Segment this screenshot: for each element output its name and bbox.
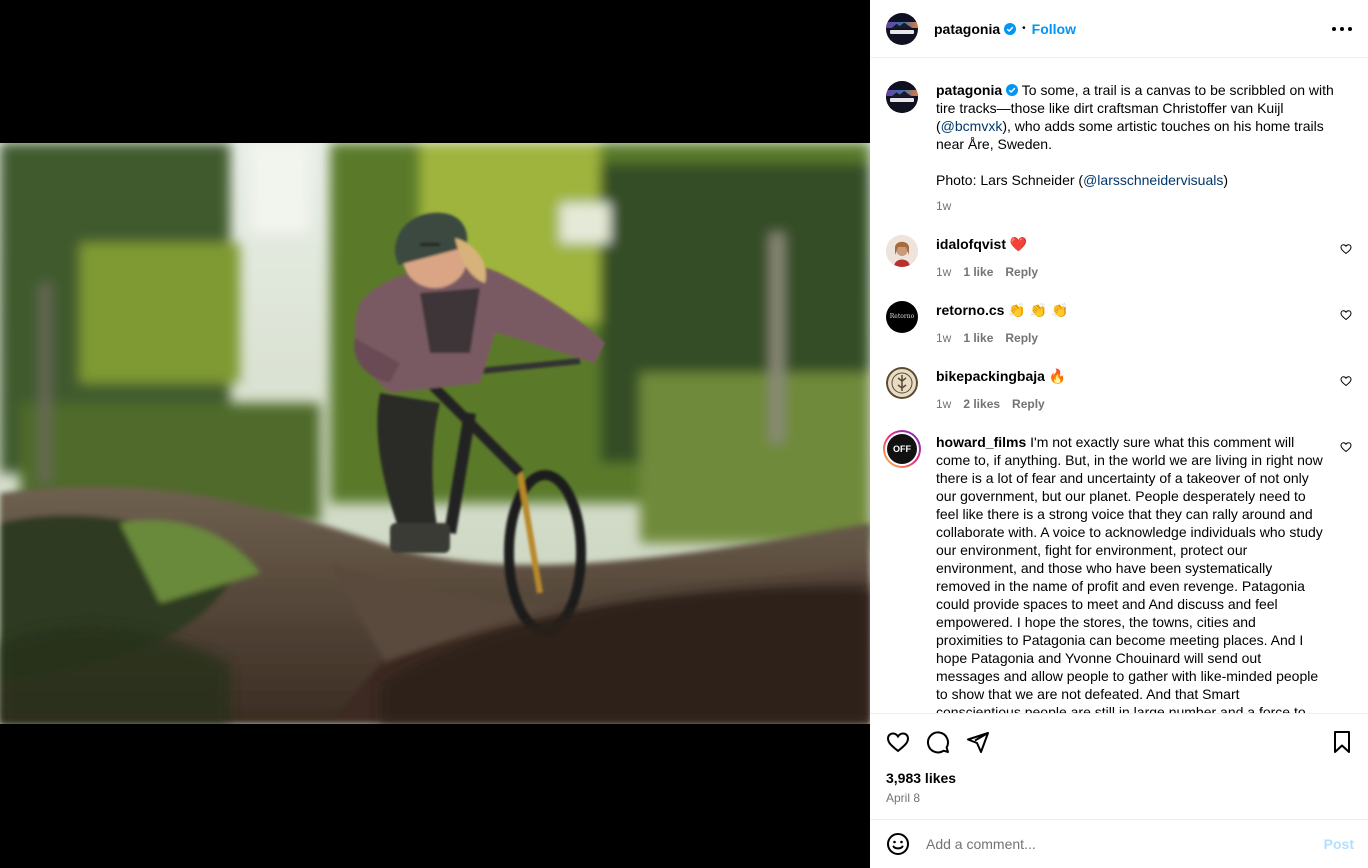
media-area xyxy=(0,0,870,868)
like-comment-heart-icon[interactable] xyxy=(1340,243,1352,255)
retorno-avatar-label: Retorno xyxy=(889,313,915,320)
comment-text: ❤️ xyxy=(1006,236,1028,252)
photo-credit: Photo: Lars Schneider ( xyxy=(936,172,1084,188)
mention-link[interactable]: @bcmvxk xyxy=(941,118,1003,134)
verified-badge-icon xyxy=(1006,84,1019,96)
avatar[interactable]: Retorno xyxy=(886,301,918,333)
comment-username[interactable]: howard_films xyxy=(936,434,1026,450)
post-header: patagonia • Follow xyxy=(870,0,1368,58)
comments-list[interactable]: patagonia To some, a trail is a canvas t… xyxy=(870,59,1368,713)
reply-button[interactable]: Reply xyxy=(1005,265,1038,279)
comment-likes[interactable]: 2 likes xyxy=(963,397,1000,411)
comment-username[interactable]: idalofqvist xyxy=(936,236,1006,252)
avatar[interactable] xyxy=(886,235,918,267)
comment-username[interactable]: retorno.cs xyxy=(936,302,1004,318)
like-comment-heart-icon[interactable] xyxy=(1340,375,1352,387)
howard-avatar-label: OFF xyxy=(887,434,917,464)
reply-button[interactable]: Reply xyxy=(1005,331,1038,345)
comment-text: 👏 👏 👏 xyxy=(1004,302,1069,318)
likes-count[interactable]: 3,983 likes xyxy=(886,770,956,786)
post-actions: 3,983 likes April 8 xyxy=(870,713,1368,819)
comment-username[interactable]: bikepackingbaja xyxy=(936,368,1045,384)
emoji-smiley-icon[interactable] xyxy=(886,832,910,856)
comment-item: idalofqvist ❤️ 1w 1 like Reply xyxy=(886,235,1352,285)
post-viewer: patagonia • Follow patagonia To some, a … xyxy=(0,0,1368,868)
reply-button[interactable]: Reply xyxy=(1012,397,1045,411)
like-heart-icon[interactable] xyxy=(886,730,910,754)
comment-likes[interactable]: 1 like xyxy=(963,265,993,279)
comment-time: 1w xyxy=(936,265,952,279)
save-bookmark-icon[interactable] xyxy=(1330,730,1354,754)
post-date: April 8 xyxy=(886,791,921,805)
add-comment-bar: Post xyxy=(870,819,1368,868)
caption-username[interactable]: patagonia xyxy=(936,82,1002,98)
avatar[interactable] xyxy=(886,12,918,45)
avatar[interactable] xyxy=(886,81,918,113)
follow-button[interactable]: Follow xyxy=(1032,21,1076,37)
caption: patagonia To some, a trail is a canvas t… xyxy=(886,81,1352,221)
comment-item: OFF howard_films I'm not exactly sure wh… xyxy=(883,430,1352,713)
more-options-icon[interactable] xyxy=(1332,19,1352,39)
like-comment-heart-icon[interactable] xyxy=(1340,309,1352,321)
mention-link[interactable]: @larsschneidervisuals xyxy=(1083,172,1223,188)
comment-text: 🔥 xyxy=(1044,368,1067,384)
comment-text: I'm not exactly sure what this comment w… xyxy=(936,434,1323,713)
avatar[interactable] xyxy=(886,367,918,399)
mountain-biker-photo xyxy=(0,143,870,724)
comment-time: 1w xyxy=(936,397,952,411)
avatar[interactable]: OFF xyxy=(883,430,921,468)
post-comment-button[interactable]: Post xyxy=(1324,836,1354,852)
comment-item: bikepackingbaja 🔥 1w 2 likes Reply xyxy=(886,367,1352,417)
post-side-panel: patagonia • Follow patagonia To some, a … xyxy=(870,0,1368,868)
comment-bubble-icon[interactable] xyxy=(926,730,950,754)
share-send-icon[interactable] xyxy=(966,730,990,754)
comment-time: 1w xyxy=(936,331,952,345)
like-comment-heart-icon[interactable] xyxy=(1340,441,1352,453)
author-username[interactable]: patagonia xyxy=(934,21,1000,37)
caption-time: 1w xyxy=(936,199,952,213)
separator-dot: • xyxy=(1022,23,1026,34)
comment-item: Retorno retorno.cs 👏 👏 👏 1w 1 like Reply xyxy=(886,301,1352,351)
photo-credit: ) xyxy=(1223,172,1229,188)
comment-input[interactable] xyxy=(926,832,1306,856)
verified-badge-icon xyxy=(1004,22,1017,35)
comment-likes[interactable]: 1 like xyxy=(963,331,993,345)
post-photo[interactable] xyxy=(0,143,870,724)
